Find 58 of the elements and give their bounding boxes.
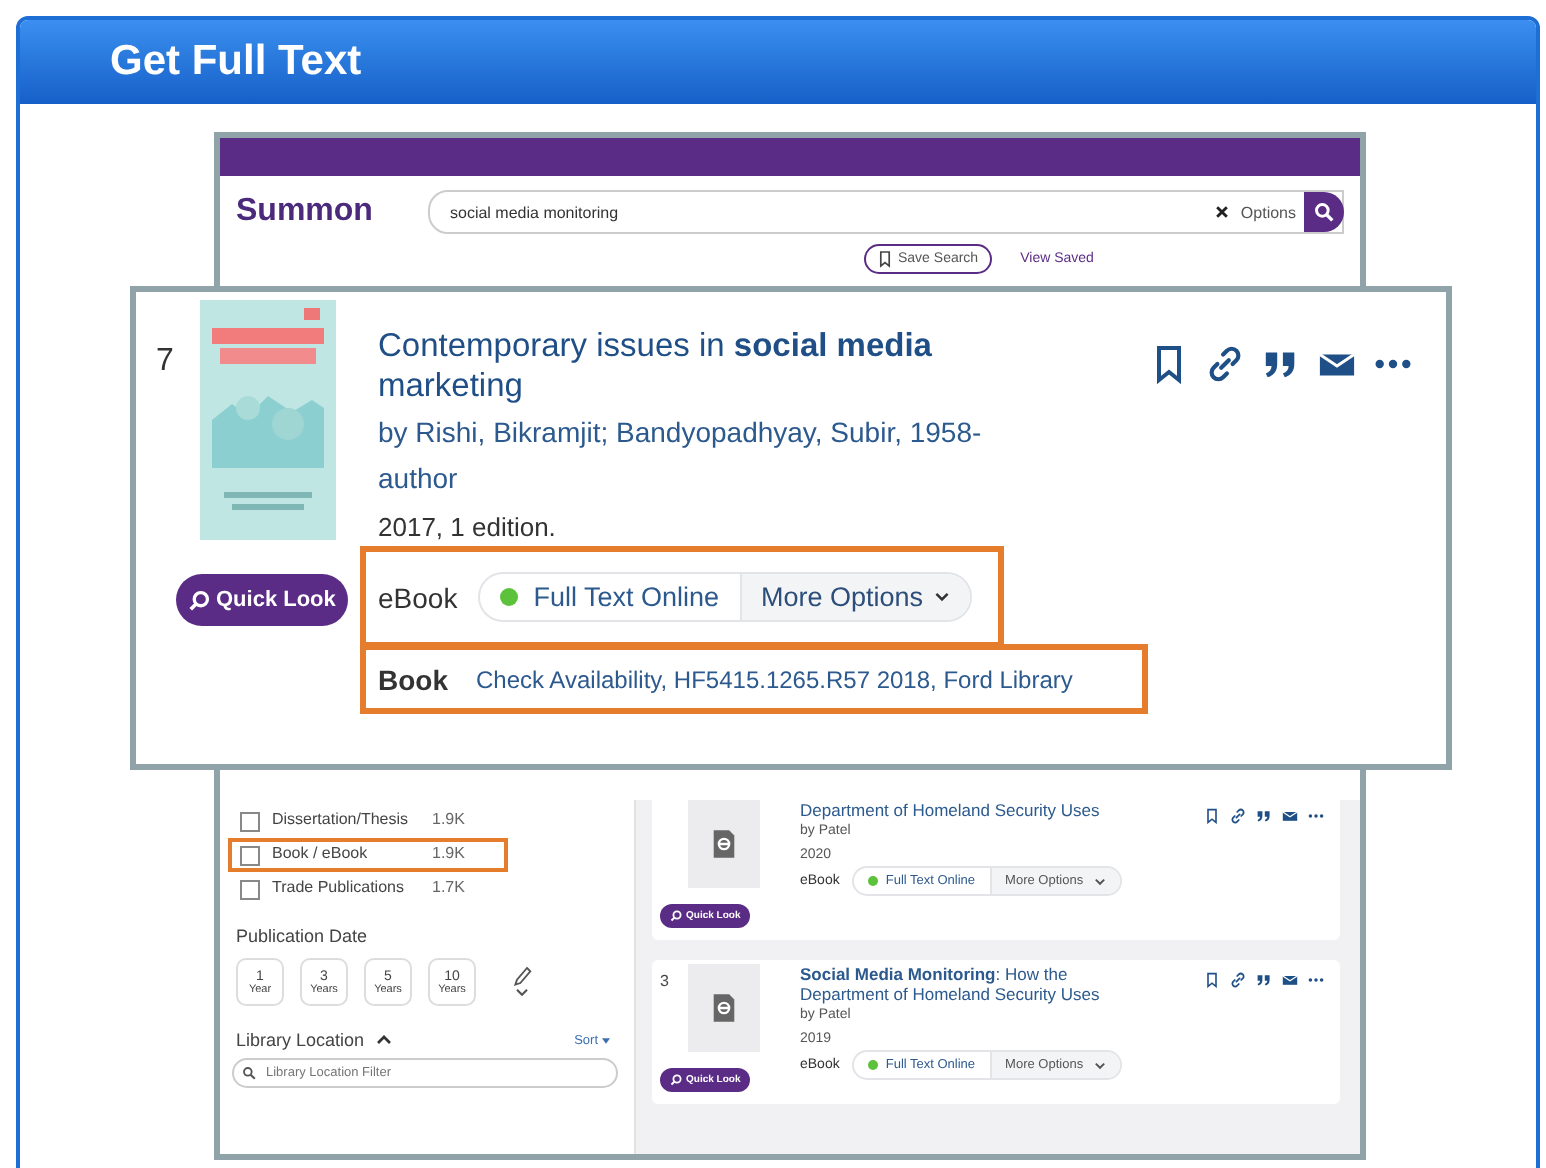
filter-label[interactable]: Dissertation/Thesis xyxy=(272,810,420,830)
status-dot xyxy=(867,1060,878,1071)
quote-icon[interactable] xyxy=(1256,972,1272,988)
close-icon[interactable] xyxy=(1214,204,1231,220)
status-dot xyxy=(867,876,878,887)
checkbox[interactable] xyxy=(240,880,260,900)
chevron-icon[interactable] xyxy=(376,1034,393,1046)
bookmark-icon xyxy=(878,250,892,268)
result-title[interactable]: Department of Homeland Security Uses xyxy=(800,800,1160,821)
status-dot xyxy=(499,588,518,607)
slide-title: Get Full Text xyxy=(110,38,362,86)
format-label: eBook xyxy=(378,581,458,614)
logo: Summon xyxy=(236,194,375,230)
magnifier-icon xyxy=(670,910,682,922)
mail-icon[interactable] xyxy=(1282,972,1298,988)
author-link[interactable]: by Rishi, Bikramjit; Bandyopadhyay, Subir, 1958- author xyxy=(360,409,1058,505)
format-label: Book xyxy=(378,663,448,696)
result-number: 3 xyxy=(660,970,671,994)
more-icon[interactable] xyxy=(1308,972,1324,988)
filter-count: 1.9K xyxy=(432,810,465,828)
search-icon xyxy=(1314,202,1334,222)
checkbox[interactable] xyxy=(240,846,260,866)
quote-icon[interactable] xyxy=(1256,808,1272,824)
more-icon[interactable] xyxy=(1308,808,1324,824)
chevron-icon xyxy=(1093,877,1106,886)
section-title: Library Location xyxy=(236,1030,365,1050)
more-options-button[interactable]: More Options xyxy=(739,574,970,621)
mail-icon[interactable] xyxy=(1282,808,1298,824)
availability-link[interactable]: Check Availability, HF5415.1265.R57 2018, Ford Library xyxy=(476,665,1073,694)
options-link[interactable]: Options xyxy=(1240,203,1296,221)
link-icon[interactable] xyxy=(1230,808,1246,824)
magnifier-icon xyxy=(188,589,210,611)
magnifier-icon xyxy=(670,1074,682,1086)
chevron-icon xyxy=(933,592,950,603)
edition-text: 2017, 1 edition. xyxy=(376,512,558,543)
section-title: Publication Date xyxy=(236,926,370,946)
filter-count: 1.7K xyxy=(432,878,465,896)
link-icon[interactable] xyxy=(1230,972,1246,988)
checkbox[interactable] xyxy=(240,812,260,832)
pencil-icon[interactable] xyxy=(512,965,532,999)
filter-label[interactable]: Trade Publications xyxy=(272,878,420,898)
search-button[interactable] xyxy=(1304,192,1344,232)
quick-look-button[interactable]: Quick Look xyxy=(176,574,348,626)
filter-count: 1.9K xyxy=(432,844,465,862)
bookmark-icon[interactable] xyxy=(1204,972,1220,988)
result-title[interactable]: Social Media Monitoring: How the Department of Homeland Security Uses xyxy=(800,964,1160,1005)
document-icon xyxy=(712,828,736,860)
chevron-icon xyxy=(1093,1061,1106,1070)
search-icon xyxy=(242,1066,256,1080)
document-icon xyxy=(712,992,736,1024)
link-icon[interactable] xyxy=(1206,344,1244,384)
full-text-link[interactable]: Full Text Online xyxy=(479,574,739,621)
result-title[interactable]: Contemporary issues in social media marketing xyxy=(360,328,1038,408)
result-number: 7 xyxy=(156,342,176,382)
bookmark-icon[interactable] xyxy=(1204,808,1220,824)
filter-label[interactable]: Book / eBook xyxy=(272,844,420,864)
caret-icon xyxy=(602,1037,610,1043)
search-field[interactable]: social media monitoring Options xyxy=(428,190,1344,234)
